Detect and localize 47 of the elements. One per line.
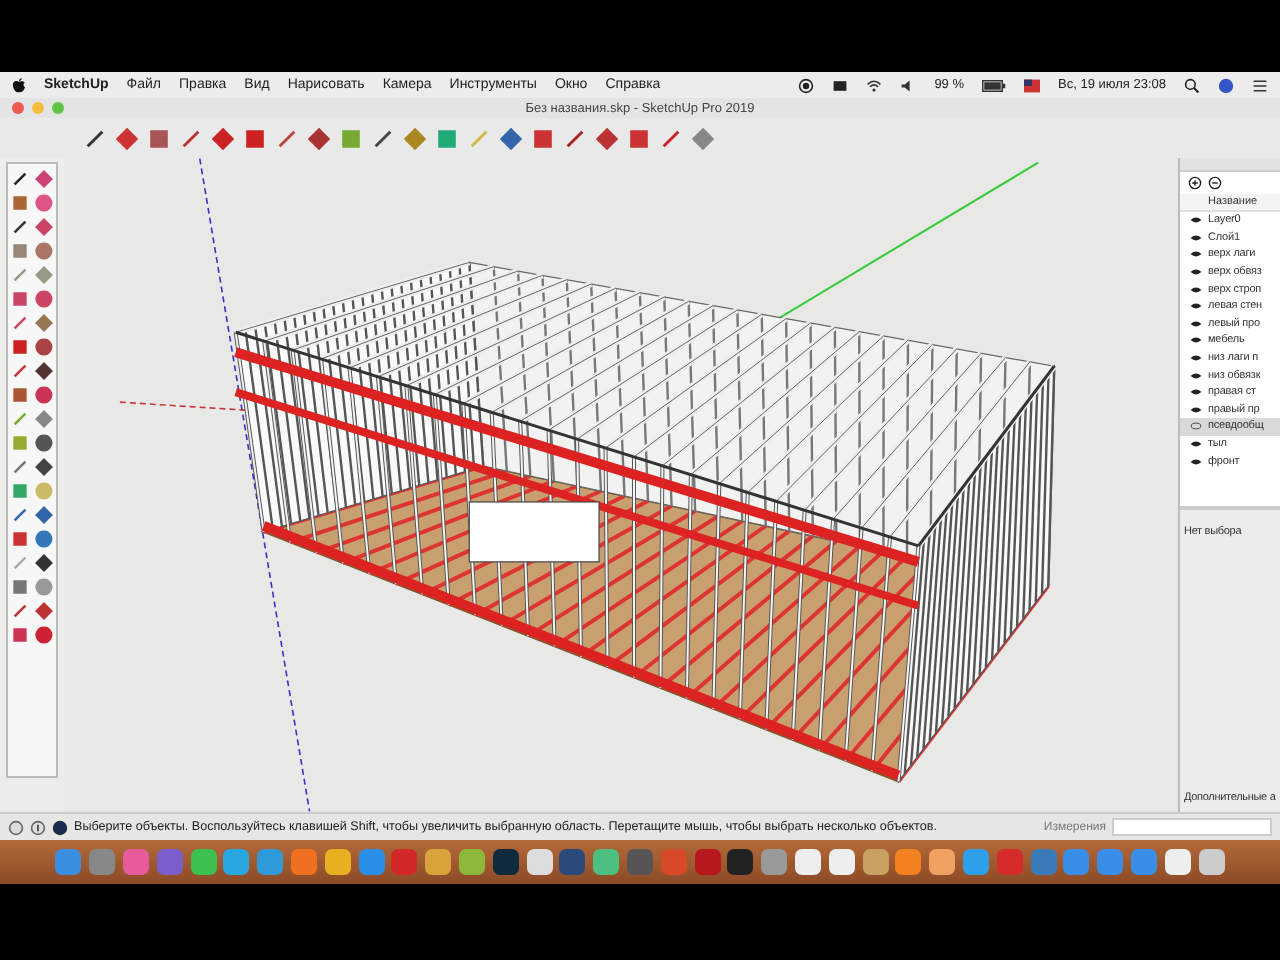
app-icon[interactable] bbox=[760, 848, 789, 876]
app-icon[interactable] bbox=[458, 848, 487, 876]
app-icon[interactable] bbox=[861, 848, 890, 876]
app-icon[interactable] bbox=[894, 848, 923, 876]
eye-icon[interactable] bbox=[1190, 216, 1202, 225]
app-icon[interactable] bbox=[726, 848, 755, 876]
tool-icon[interactable] bbox=[372, 127, 394, 149]
tool-icon[interactable] bbox=[84, 127, 106, 149]
eye-icon[interactable] bbox=[1190, 233, 1202, 242]
eye-icon[interactable] bbox=[1190, 268, 1202, 277]
eye-icon[interactable] bbox=[1190, 405, 1202, 414]
close-button[interactable] bbox=[12, 102, 24, 114]
eye-icon[interactable] bbox=[1190, 457, 1202, 466]
app-icon[interactable] bbox=[827, 848, 856, 876]
app-icon[interactable] bbox=[222, 848, 251, 876]
app-icon[interactable] bbox=[424, 848, 453, 876]
flag-icon[interactable] bbox=[1024, 77, 1041, 93]
measurements-field[interactable] bbox=[1112, 818, 1272, 836]
app-icon[interactable] bbox=[1163, 848, 1192, 876]
eye-icon[interactable] bbox=[1190, 440, 1202, 449]
search-icon[interactable] bbox=[1184, 77, 1200, 93]
wifi-icon[interactable] bbox=[866, 77, 883, 93]
app-icon[interactable] bbox=[525, 848, 554, 876]
app-icon[interactable] bbox=[793, 848, 822, 876]
app-icon[interactable] bbox=[961, 848, 990, 876]
record-icon[interactable] bbox=[798, 77, 815, 93]
eye-icon[interactable] bbox=[1190, 285, 1202, 294]
eye-icon[interactable] bbox=[1190, 319, 1202, 328]
app-icon[interactable] bbox=[928, 848, 957, 876]
circle-icon[interactable] bbox=[1190, 422, 1202, 431]
eye-icon[interactable] bbox=[1190, 354, 1202, 363]
eye-icon[interactable] bbox=[1190, 336, 1202, 345]
app-icon[interactable] bbox=[491, 848, 520, 876]
app-icon[interactable] bbox=[323, 848, 352, 876]
remove-layer-icon[interactable] bbox=[1208, 176, 1222, 190]
eye-icon[interactable] bbox=[1190, 250, 1202, 259]
apple-logo-icon[interactable] bbox=[12, 77, 26, 93]
add-layer-icon[interactable] bbox=[1188, 176, 1202, 190]
app-icon[interactable] bbox=[1197, 848, 1226, 876]
eye-icon[interactable] bbox=[1190, 388, 1202, 397]
eye-icon[interactable] bbox=[1190, 302, 1202, 311]
battery-icon[interactable] bbox=[982, 79, 1007, 91]
app-icon[interactable] bbox=[189, 848, 218, 876]
eye-icon[interactable] bbox=[1190, 371, 1202, 380]
app-icon[interactable] bbox=[592, 848, 621, 876]
list-icon[interactable] bbox=[1252, 77, 1268, 93]
display-icon[interactable] bbox=[832, 77, 849, 93]
